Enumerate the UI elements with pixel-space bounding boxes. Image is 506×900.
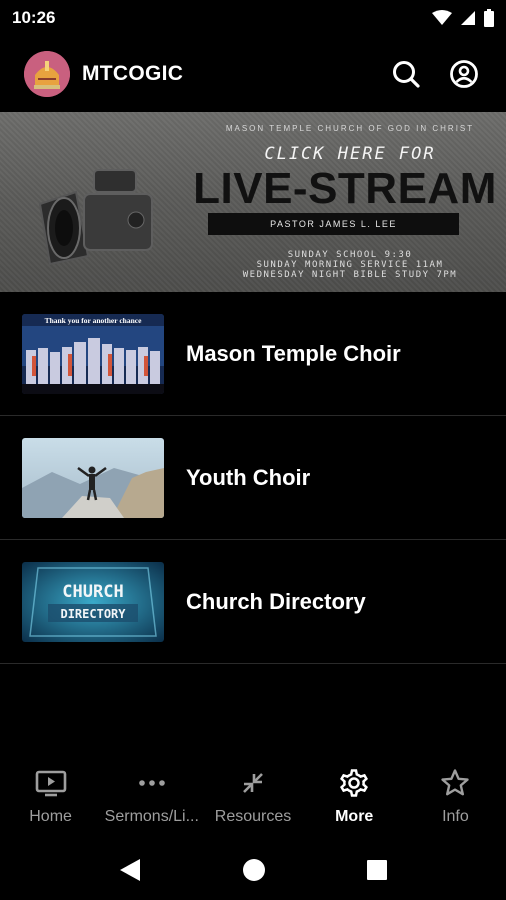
- directory-thumbnail: CHURCH DIRECTORY: [22, 561, 164, 642]
- choir-thumbnail: Thank you for another chance: [22, 313, 164, 394]
- youth-thumbnail: [22, 437, 164, 518]
- nav-label: More: [335, 808, 374, 825]
- back-icon[interactable]: [118, 857, 142, 883]
- recents-square-icon[interactable]: [366, 859, 388, 881]
- bottom-nav: Home Sermons/Li... Resources More Info: [0, 756, 506, 840]
- nav-label: Home: [29, 808, 72, 825]
- thumb-line-1: CHURCH: [62, 582, 123, 602]
- livestream-banner[interactable]: MASON TEMPLE CHURCH OF GOD IN CHRIST CLI…: [0, 112, 506, 292]
- account-icon: [450, 60, 478, 88]
- tv-icon: [35, 770, 66, 797]
- account-button[interactable]: [442, 52, 486, 96]
- status-time: 10:26: [12, 8, 56, 27]
- nav-label: Info: [442, 808, 469, 825]
- search-icon: [393, 61, 420, 88]
- battery-icon: [484, 9, 494, 27]
- list-item-label: Church Directory: [186, 588, 366, 614]
- banner-headline: LIVE-STREAM: [193, 164, 497, 213]
- thumb-line-2: DIRECTORY: [60, 607, 126, 621]
- status-bar: 10:26: [0, 0, 506, 36]
- banner-pastor: PASTOR JAMES L. LEE: [208, 213, 459, 235]
- list-item-youth-choir[interactable]: Youth Choir: [0, 416, 506, 540]
- list-item-label: Youth Choir: [186, 464, 311, 490]
- status-icons: [432, 9, 494, 27]
- nav-home[interactable]: Home: [0, 756, 101, 840]
- nav-more[interactable]: More: [304, 756, 405, 840]
- home-circle-icon[interactable]: [242, 858, 266, 882]
- banner-click-text: CLICK HERE FOR: [264, 144, 436, 164]
- schedule-line: WEDNESDAY NIGHT BIBLE STUDY 7PM: [242, 270, 458, 280]
- church-logo-avatar[interactable]: [24, 51, 70, 97]
- list-item-label: Mason Temple Choir: [186, 340, 401, 366]
- nav-sermons[interactable]: Sermons/Li...: [101, 756, 202, 840]
- schedule-line: SUNDAY SCHOOL 9:30: [287, 250, 413, 260]
- list-item-church-directory[interactable]: CHURCH DIRECTORY Church Directory: [0, 540, 506, 664]
- list-item-mason-temple-choir[interactable]: Thank you for another chance Mason Templ…: [0, 292, 506, 416]
- thumb-caption: Thank you for another chance: [45, 316, 142, 325]
- more-dots-icon: [138, 780, 165, 786]
- content-list: Thank you for another chance Mason Templ…: [0, 292, 506, 664]
- search-button[interactable]: [384, 52, 428, 96]
- banner-schedule: SUNDAY SCHOOL 9:30 SUNDAY MORNING SERVIC…: [200, 250, 500, 280]
- camera-illustration: [38, 169, 153, 266]
- nav-info[interactable]: Info: [405, 756, 506, 840]
- nav-resources[interactable]: Resources: [202, 756, 303, 840]
- schedule-line: SUNDAY MORNING SERVICE 11AM: [256, 260, 444, 270]
- gear-icon: [340, 769, 369, 797]
- app-bar: MTCOGIC: [0, 36, 506, 112]
- app-title: MTCOGIC: [82, 62, 184, 85]
- signal-icon: [461, 11, 475, 25]
- system-nav-bar: [0, 840, 506, 900]
- wifi-icon: [432, 10, 452, 25]
- banner-church-name: MASON TEMPLE CHURCH OF GOD IN CHRIST: [225, 124, 475, 133]
- nav-label: Resources: [214, 808, 292, 825]
- collapse-arrows-icon: [243, 773, 263, 793]
- star-icon: [441, 769, 470, 796]
- nav-label: Sermons/Li...: [104, 808, 199, 825]
